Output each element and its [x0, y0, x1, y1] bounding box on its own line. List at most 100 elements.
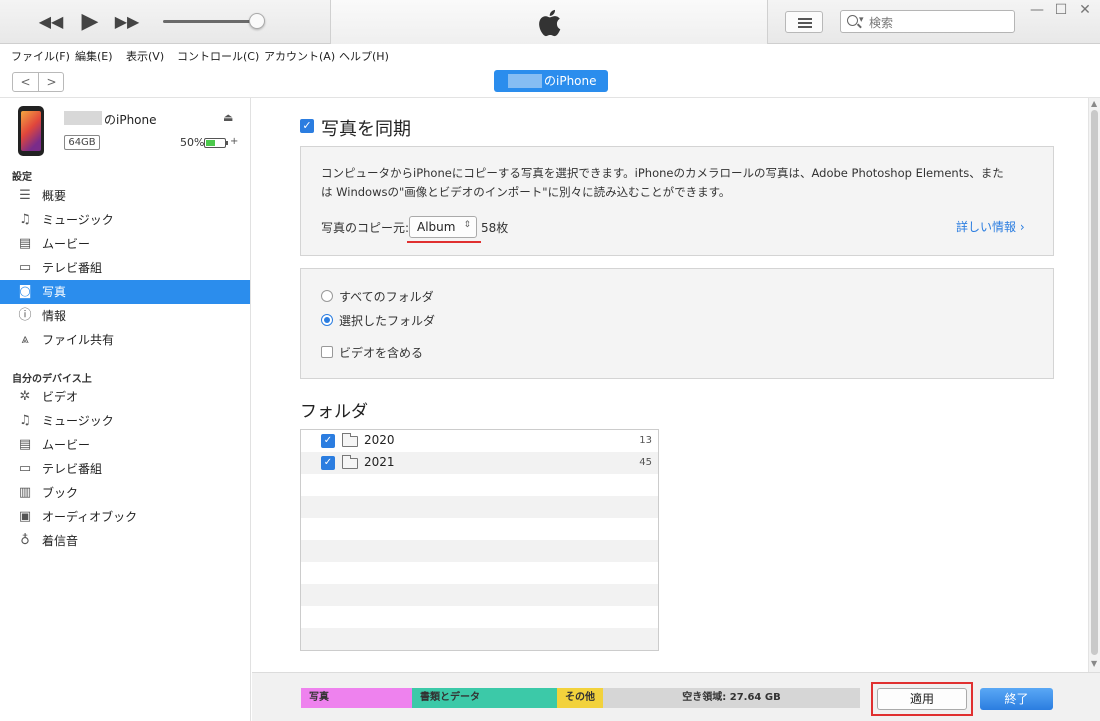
vertical-scrollbar[interactable]: ▲ ▼ — [1088, 98, 1100, 672]
apple-logo-icon — [539, 9, 561, 37]
folder-header: フォルダ — [300, 402, 368, 422]
title-bar: ◀◀ ▶ ▶▶ ▾ 検索 — ☐ ✕ — [0, 0, 1100, 44]
menu-edit[interactable]: 編集(E) — [75, 48, 113, 64]
apply-button[interactable]: 適用 — [877, 688, 967, 710]
folder-count: 45 — [639, 457, 652, 468]
empty-row — [301, 628, 658, 650]
sidebar-item-label: テレビ番組 — [42, 462, 103, 476]
sidebar-item[interactable]: ✲ ビデオ — [0, 385, 250, 409]
music-note-icon: ♫ — [19, 413, 31, 428]
sidebar-item[interactable]: ♫ ミュージック — [0, 409, 250, 433]
folder-row[interactable]: ✓ 2021 45 — [301, 452, 658, 474]
include-videos-label[interactable]: ビデオを含める — [339, 344, 423, 361]
back-button[interactable]: < — [13, 73, 38, 91]
list-icon: ☰ — [19, 188, 31, 203]
done-button[interactable]: 終了 — [980, 688, 1053, 710]
chevron-down-icon: ▾ — [859, 15, 864, 25]
sidebar-item[interactable]: ♫ ミュージック — [0, 208, 250, 232]
copy-source-select[interactable]: Album ⇕ — [409, 216, 477, 238]
menu-view[interactable]: 表示(V) — [126, 48, 164, 64]
sidebar-item-label: 概要 — [42, 189, 67, 203]
highlight-underline — [407, 241, 481, 243]
sync-photos-title: 写真を同期 — [321, 119, 411, 140]
minimize-button[interactable]: — — [1025, 0, 1049, 22]
close-button[interactable]: ✕ — [1073, 0, 1097, 22]
device-pill-label: のiPhone — [544, 74, 597, 88]
empty-row — [301, 562, 658, 584]
sidebar-item[interactable]: ▤ ムービー — [0, 232, 250, 256]
camera-icon: ◙ — [18, 284, 32, 299]
sidebar-item[interactable]: ▭ テレビ番組 — [0, 457, 250, 481]
previous-track-button[interactable]: ◀◀ — [36, 8, 66, 36]
all-folders-radio[interactable] — [321, 290, 333, 302]
sidebar-item-label: テレビ番組 — [42, 261, 103, 275]
navigation-row: < > のiPhone — [0, 66, 1100, 98]
capacity-photos-segment: 写真 — [301, 688, 412, 708]
photo-count: 58枚 — [481, 221, 509, 235]
folder-checkbox[interactable]: ✓ — [321, 434, 335, 448]
scroll-up-icon[interactable]: ▲ — [1091, 99, 1097, 108]
capacity-documents-segment: 書類とデータ — [412, 688, 557, 708]
sidebar-item[interactable]: ⓘ 情報 — [0, 304, 250, 328]
copy-source-value: Album — [417, 220, 456, 234]
music-note-icon: ♫ — [19, 212, 31, 227]
sidebar-item-label: ムービー — [42, 237, 91, 251]
sidebar-item[interactable]: ▣ オーディオブック — [0, 505, 250, 529]
menu-file[interactable]: ファイル(F) — [11, 48, 70, 64]
sidebar-item-label: オーディオブック — [42, 510, 138, 524]
sidebar-item[interactable]: ▤ ムービー — [0, 433, 250, 457]
folder-checkbox[interactable]: ✓ — [321, 456, 335, 470]
volume-slider-knob[interactable] — [249, 13, 265, 29]
folder-options-panel: すべてのフォルダ 選択したフォルダ ビデオを含める — [300, 268, 1054, 379]
apps-icon: ⩓ — [21, 332, 29, 347]
next-track-button[interactable]: ▶▶ — [112, 8, 142, 36]
play-button[interactable]: ▶ — [78, 8, 102, 36]
forward-button[interactable]: > — [39, 73, 64, 91]
bell-icon: ♁ — [20, 533, 30, 548]
scroll-down-icon[interactable]: ▼ — [1091, 659, 1097, 668]
maximize-button[interactable]: ☐ — [1049, 0, 1073, 22]
all-folders-label[interactable]: すべてのフォルダ — [339, 288, 434, 305]
sidebar-item-label: 写真 — [42, 285, 67, 299]
folder-name: 2020 — [364, 433, 395, 447]
updown-chevron-icon: ⇕ — [463, 220, 471, 230]
sync-photos-checkbox[interactable]: ✓ — [300, 119, 314, 133]
sidebar-item[interactable]: ▭ テレビ番組 — [0, 256, 250, 280]
up-next-list-button[interactable] — [785, 11, 823, 33]
book-icon: ▥ — [18, 485, 32, 500]
copy-from-label: 写真のコピー元: — [321, 221, 410, 235]
search-icon — [847, 15, 858, 26]
film-icon: ▤ — [18, 437, 32, 452]
tv-icon: ▭ — [18, 461, 32, 476]
sidebar-item-label: ミュージック — [42, 414, 114, 428]
sidebar-item[interactable]: ▥ ブック — [0, 481, 250, 505]
sidebar-item[interactable]: ☰ 概要 — [0, 184, 250, 208]
folder-row[interactable]: ✓ 2020 13 — [301, 430, 658, 452]
search-input[interactable]: ▾ 検索 — [840, 10, 1015, 33]
devices-section-header: 自分のデバイス上 — [12, 374, 92, 385]
menu-help[interactable]: ヘルプ(H) — [339, 48, 389, 64]
gear-icon: ✲ — [19, 389, 31, 404]
device-button[interactable]: のiPhone — [494, 70, 608, 92]
info-icon: ⓘ — [18, 308, 32, 323]
redacted-device-name — [508, 74, 542, 88]
sync-description: コンピュータからiPhoneにコピーする写真を選択できます。iPhoneのカメラ… — [321, 166, 1004, 199]
scrollbar-thumb[interactable] — [1091, 110, 1098, 655]
folder-list: ✓ 2020 13 ✓ 2021 45 — [300, 429, 659, 651]
menu-account[interactable]: アカウント(A) — [264, 48, 335, 64]
menu-controls[interactable]: コントロール(C) — [177, 48, 259, 64]
sidebar-item-label: ビデオ — [42, 390, 79, 404]
selected-folders-radio[interactable] — [321, 314, 333, 326]
sidebar-item[interactable]: ⩓ ファイル共有 — [0, 328, 250, 352]
sidebar-item[interactable]: ◙ 写真 — [0, 280, 250, 304]
capacity-badge: 64GB — [64, 135, 100, 150]
sidebar-item-label: ブック — [42, 486, 79, 500]
include-videos-checkbox[interactable] — [321, 346, 333, 358]
empty-row — [301, 584, 658, 606]
eject-icon[interactable]: ⏏ — [223, 111, 233, 124]
selected-folders-label[interactable]: 選択したフォルダ — [339, 312, 435, 329]
sidebar-item[interactable]: ♁ 着信音 — [0, 529, 250, 553]
volume-slider[interactable] — [163, 20, 259, 23]
sidebar-item-label: 情報 — [42, 309, 67, 323]
more-info-link[interactable]: 詳しい情報 › — [956, 218, 1025, 235]
